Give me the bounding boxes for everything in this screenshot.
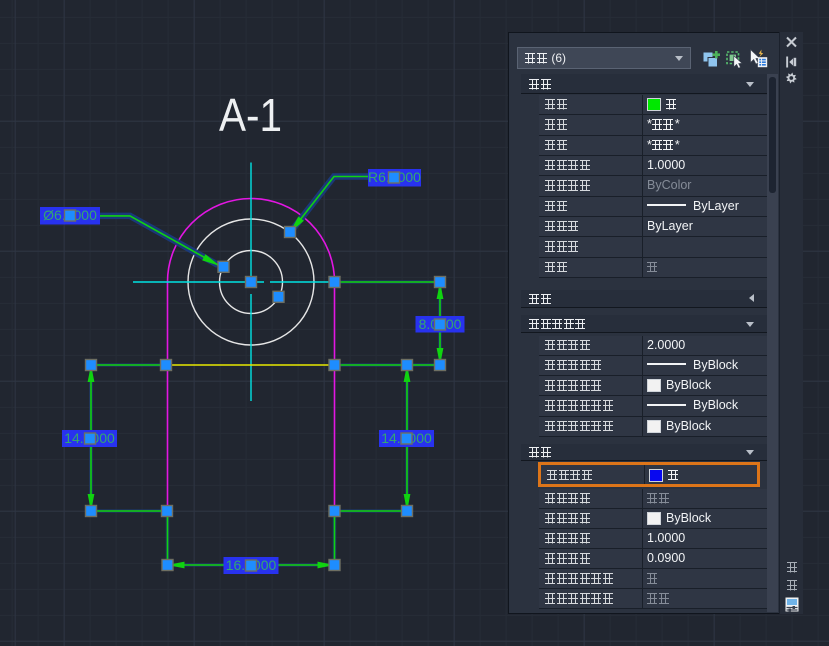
svg-text:A-1: A-1 bbox=[219, 89, 282, 141]
